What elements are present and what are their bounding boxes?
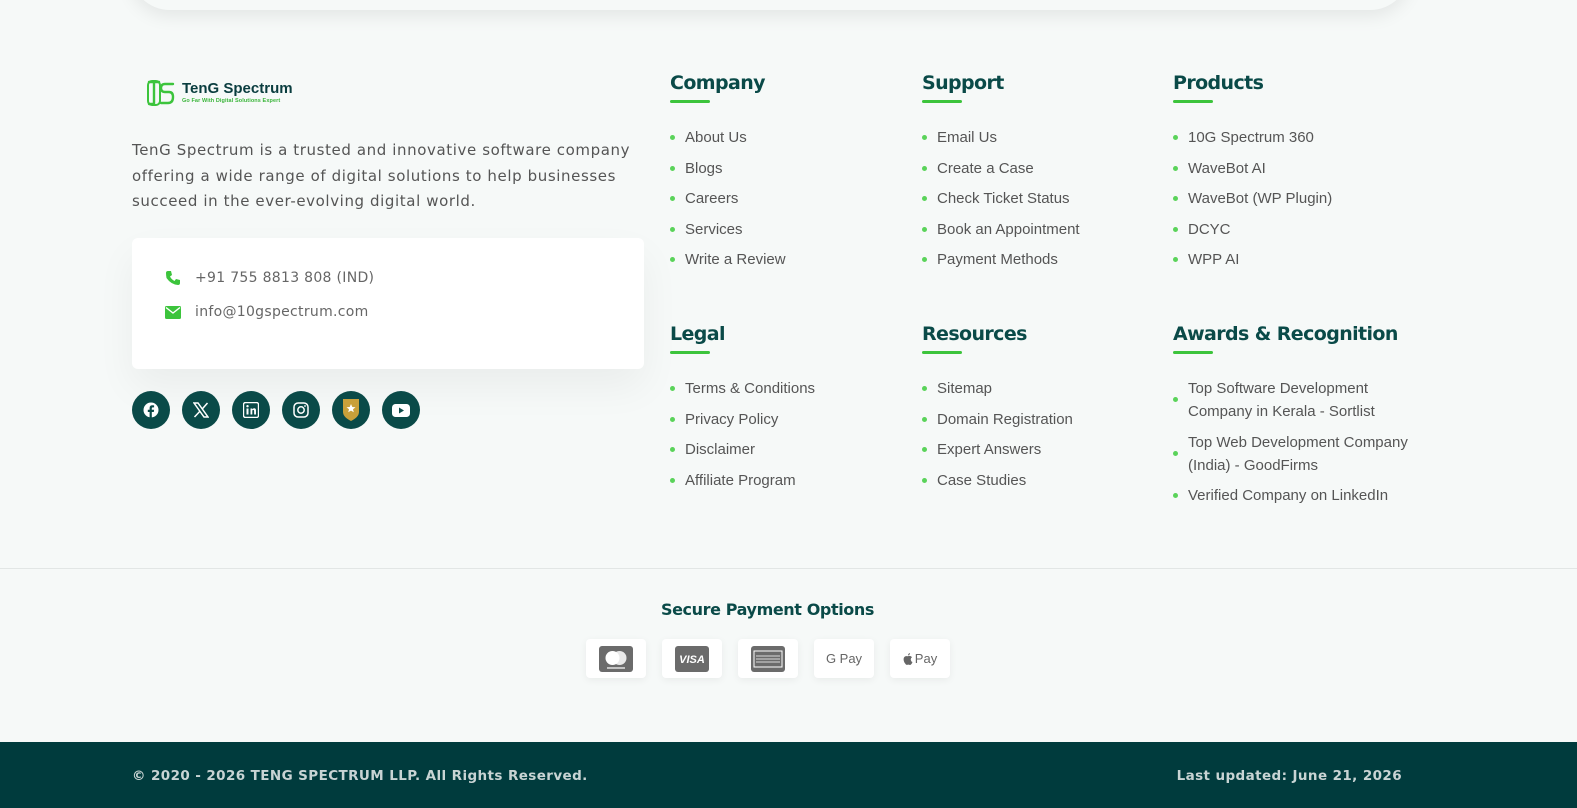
amex-icon (738, 639, 798, 678)
title-underline (922, 351, 962, 354)
link-expert-answers[interactable]: Expert Answers (922, 438, 1162, 461)
envelope-icon (165, 304, 181, 320)
resources-links: Sitemap Domain Registration Expert Answe… (922, 377, 1162, 492)
link-sitemap[interactable]: Sitemap (922, 377, 1162, 400)
title-underline (1173, 100, 1213, 103)
phone-number: +91 755 8813 808 (IND) (195, 270, 375, 286)
last-updated-text: Last updated: June 21, 2026 (1176, 768, 1402, 784)
link-disclaimer[interactable]: Disclaimer (670, 438, 910, 461)
mastercard-icon (586, 639, 646, 678)
linkedin-icon[interactable] (232, 391, 270, 429)
resources-column: Resources Sitemap Domain Registration Ex… (922, 323, 1162, 499)
link-write-review[interactable]: Write a Review (670, 248, 910, 271)
column-title: Company (670, 72, 766, 94)
title-underline (922, 100, 962, 103)
link-case-studies[interactable]: Case Studies (922, 469, 1162, 492)
phone-icon (165, 270, 181, 286)
link-terms[interactable]: Terms & Conditions (670, 377, 910, 400)
youtube-icon[interactable] (382, 391, 420, 429)
column-title: Products (1173, 72, 1264, 94)
link-award-goodfirms[interactable]: Top Web Development Company (India) - Go… (1173, 431, 1413, 477)
link-services[interactable]: Services (670, 218, 910, 241)
column-title: Awards & Recognition (1173, 323, 1398, 345)
legal-column: Legal Terms & Conditions Privacy Policy … (670, 323, 910, 499)
link-payment-methods[interactable]: Payment Methods (922, 248, 1162, 271)
footer-main: TenG Spectrum Go Far With Digital Soluti… (0, 0, 1577, 572)
contact-card: +91 755 8813 808 (IND) info@10gspectrum.… (132, 238, 644, 369)
awards-column: Awards & Recognition Top Software Develo… (1173, 323, 1413, 515)
section-divider (0, 568, 1577, 569)
email-address: info@10gspectrum.com (195, 304, 369, 320)
gpay-card: G Pay (814, 639, 874, 678)
company-links: About Us Blogs Careers Services Write a … (670, 126, 910, 271)
link-spectrum-360[interactable]: 10G Spectrum 360 (1173, 126, 1413, 149)
facebook-icon[interactable] (132, 391, 170, 429)
column-title: Legal (670, 323, 726, 345)
products-column: Products 10G Spectrum 360 WaveBot AI Wav… (1173, 72, 1413, 279)
support-column: Support Email Us Create a Case Check Tic… (922, 72, 1162, 279)
link-award-sortlist[interactable]: Top Software Development Company in Kera… (1173, 377, 1413, 423)
awards-links: Top Software Development Company in Kera… (1173, 377, 1413, 507)
column-title: Support (922, 72, 1004, 94)
title-underline (1173, 351, 1213, 354)
link-book-appointment[interactable]: Book an Appointment (922, 218, 1162, 241)
link-award-linkedin[interactable]: Verified Company on LinkedIn (1173, 484, 1413, 507)
title-underline (670, 100, 710, 103)
about-text: TenG Spectrum is a trusted and innovativ… (132, 141, 631, 210)
applepay-card: Pay (890, 639, 950, 678)
email-contact[interactable]: info@10gspectrum.com (165, 304, 369, 320)
visa-icon: VISA (662, 639, 722, 678)
link-privacy[interactable]: Privacy Policy (670, 408, 910, 431)
legal-links: Terms & Conditions Privacy Policy Discla… (670, 377, 910, 492)
support-links: Email Us Create a Case Check Ticket Stat… (922, 126, 1162, 271)
link-wpp-ai[interactable]: WPP AI (1173, 248, 1413, 271)
link-affiliate[interactable]: Affiliate Program (670, 469, 910, 492)
link-domain-registration[interactable]: Domain Registration (922, 408, 1162, 431)
logo-mark-icon (146, 79, 176, 107)
instagram-icon[interactable] (282, 391, 320, 429)
award-badge-icon[interactable] (332, 391, 370, 429)
payment-options-title: Secure Payment Options (660, 600, 875, 619)
applepay-label: Pay (914, 651, 938, 666)
brand-name: TenG Spectrum (182, 80, 293, 97)
link-ticket-status[interactable]: Check Ticket Status (922, 187, 1162, 210)
link-wavebot-ai[interactable]: WaveBot AI (1173, 157, 1413, 180)
copyright-text: © 2020 - 2026 TENG SPECTRUM LLP. All Rig… (132, 768, 588, 784)
column-title: Resources (922, 323, 1027, 345)
title-underline (670, 351, 710, 354)
social-links (132, 391, 420, 429)
link-create-case[interactable]: Create a Case (922, 157, 1162, 180)
link-wavebot-wp[interactable]: WaveBot (WP Plugin) (1173, 187, 1413, 210)
link-careers[interactable]: Careers (670, 187, 910, 210)
apple-icon (903, 652, 913, 665)
link-about-us[interactable]: About Us (670, 126, 910, 149)
brand-tagline: Go Far With Digital Solutions Expert (182, 98, 281, 104)
link-dcyc[interactable]: DCYC (1173, 218, 1413, 241)
company-column: Company About Us Blogs Careers Services … (670, 72, 910, 279)
bottom-bar: © 2020 - 2026 TENG SPECTRUM LLP. All Rig… (0, 742, 1577, 808)
payment-cards: VISA G Pay Pay (586, 639, 950, 678)
phone-contact[interactable]: +91 755 8813 808 (IND) (165, 270, 374, 286)
brand-logo[interactable]: TenG Spectrum Go Far With Digital Soluti… (146, 79, 293, 107)
products-links: 10G Spectrum 360 WaveBot AI WaveBot (WP … (1173, 126, 1413, 271)
link-blogs[interactable]: Blogs (670, 157, 910, 180)
x-icon[interactable] (182, 391, 220, 429)
gpay-label: G Pay (825, 651, 863, 666)
link-email-us[interactable]: Email Us (922, 126, 1162, 149)
svg-text:VISA: VISA (679, 654, 705, 666)
